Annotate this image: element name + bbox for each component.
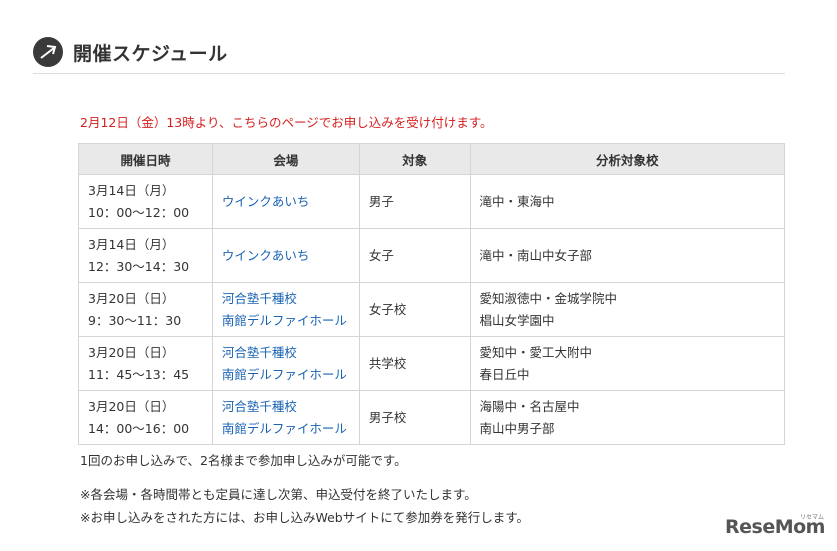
cell-schools: 滝中・南山中女子部 <box>469 228 786 283</box>
table-row: 3月20日（日） 11：45〜13：45 河合塾千種校 南館デルファイホール 共学校 愛知… <box>78 336 786 391</box>
cell-venue[interactable]: 河合塾千種校 南館デルファイホール <box>211 390 360 445</box>
table-row: 3月14日（月） 12：30〜14：30 ウインクあいち 女子 滝中・南山中女子部 <box>78 228 786 283</box>
school-name: 滝中・南山中女子部 <box>479 247 593 263</box>
event-time: 11：45〜13：45 <box>88 366 190 382</box>
cell-datetime: 3月20日（日） 11：45〜13：45 <box>78 336 213 391</box>
venue-link[interactable]: ウインクあいち <box>222 191 359 213</box>
cell-venue[interactable]: 河合塾千種校 南館デルファイホール <box>211 282 360 337</box>
school-name: 椙山女学園中 <box>479 312 555 328</box>
section-heading: 開催スケジュール <box>33 37 785 74</box>
registration-notice: 2月12日（金）13時より、こちらのページでお申し込みを受け付けます。 <box>80 115 493 130</box>
table-row: 3月14日（月） 10：00〜12：00 ウインクあいち 男子 滝中・東海中 <box>78 174 786 229</box>
cell-target: 女子 <box>358 228 471 283</box>
section-title: 開催スケジュール <box>73 43 228 65</box>
venue-link[interactable]: ウインクあいち <box>222 245 359 267</box>
school-name: 春日丘中 <box>479 366 530 382</box>
event-time: 12：30〜14：30 <box>88 258 190 274</box>
schedule-table: 開催日時 会場 対象 分析対象校 3月14日（月） 10：00〜12：00 ウインク… <box>78 143 786 445</box>
cell-schools: 愛知淑徳中・金城学院中 椙山女学園中 <box>469 282 786 337</box>
venue-link[interactable]: 河合塾千種校 <box>222 342 359 364</box>
cell-schools: 滝中・東海中 <box>469 174 786 229</box>
header-target: 対象 <box>358 143 471 175</box>
school-name: 愛知淑徳中・金城学院中 <box>479 290 618 306</box>
event-time: 10：00〜12：00 <box>88 204 190 220</box>
event-time: 9：30〜11：30 <box>88 312 182 328</box>
school-name: 南山中男子部 <box>479 420 555 436</box>
event-time: 14：00〜16：00 <box>88 420 190 436</box>
resemom-logo-sub: リセマム <box>800 514 825 521</box>
cell-venue[interactable]: ウインクあいち <box>211 174 360 229</box>
event-date: 3月14日（月） <box>88 236 175 252</box>
event-date: 3月20日（日） <box>88 344 175 360</box>
venue-link[interactable]: 河合塾千種校 <box>222 396 359 418</box>
cell-datetime: 3月20日（日） 9：30〜11：30 <box>78 282 213 337</box>
cell-venue[interactable]: 河合塾千種校 南館デルファイホール <box>211 336 360 391</box>
cell-schools: 海陽中・名古屋中 南山中男子部 <box>469 390 786 445</box>
note-capacity: ※各会場・各時間帯とも定員に達し次第、申込受付を終了いたします。 <box>80 487 477 502</box>
venue-link[interactable]: 南館デルファイホール <box>222 310 359 332</box>
venue-link[interactable]: 南館デルファイホール <box>222 364 359 386</box>
cell-target: 男子 <box>358 174 471 229</box>
table-row: 3月20日（日） 14：00〜16：00 河合塾千種校 南館デルファイホール 男子校 海陽… <box>78 390 786 445</box>
cell-target: 女子校 <box>358 282 471 337</box>
table-row: 3月20日（日） 9：30〜11：30 河合塾千種校 南館デルファイホール 女子校 愛知淑… <box>78 282 786 337</box>
note-limit: 1回のお申し込みで、2名様まで参加申し込みが可能です。 <box>80 453 407 468</box>
school-name: 愛知中・愛工大附中 <box>479 344 593 360</box>
school-name: 滝中・東海中 <box>479 193 555 209</box>
header-schools: 分析対象校 <box>469 143 786 175</box>
cell-target: 共学校 <box>358 336 471 391</box>
event-date: 3月14日（月） <box>88 182 175 198</box>
note-ticket: ※お申し込みをされた方には、お申し込みWebサイトにて参加券を発行します。 <box>80 510 529 525</box>
venue-link[interactable]: 河合塾千種校 <box>222 288 359 310</box>
school-name: 海陽中・名古屋中 <box>479 398 580 414</box>
event-date: 3月20日（日） <box>88 398 175 414</box>
table-header-row: 開催日時 会場 対象 分析対象校 <box>78 143 786 175</box>
cell-schools: 愛知中・愛工大附中 春日丘中 <box>469 336 786 391</box>
header-date: 開催日時 <box>78 143 213 175</box>
cell-datetime: 3月14日（月） 10：00〜12：00 <box>78 174 213 229</box>
cell-venue[interactable]: ウインクあいち <box>211 228 360 283</box>
header-venue: 会場 <box>211 143 360 175</box>
arrow-circle-icon <box>33 37 63 67</box>
event-date: 3月20日（日） <box>88 290 175 306</box>
cell-datetime: 3月14日（月） 12：30〜14：30 <box>78 228 213 283</box>
cell-target: 男子校 <box>358 390 471 445</box>
venue-link[interactable]: 南館デルファイホール <box>222 418 359 440</box>
cell-datetime: 3月20日（日） 14：00〜16：00 <box>78 390 213 445</box>
